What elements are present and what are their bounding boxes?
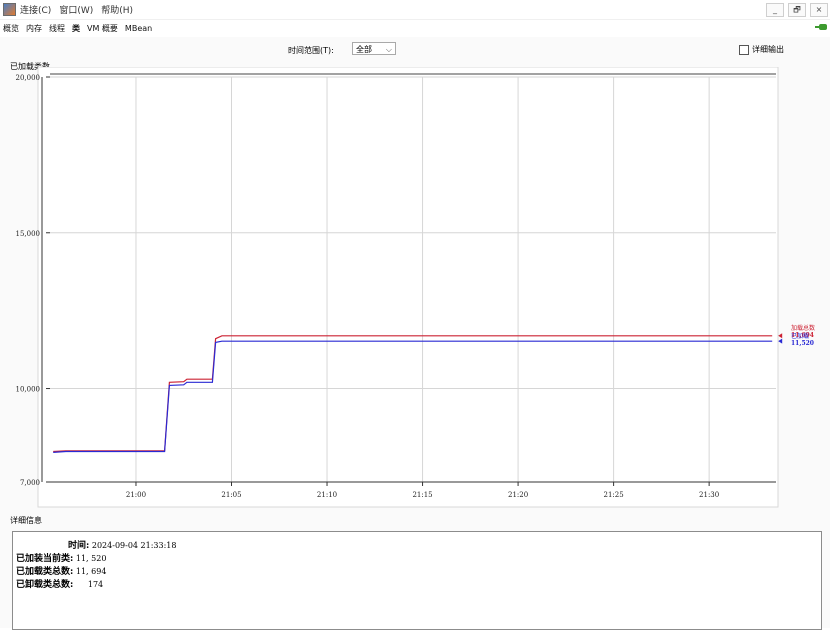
x-tick-label: 21:00	[126, 491, 146, 499]
chart-area	[37, 67, 779, 508]
time-range-select[interactable]: 全部 ⌵	[352, 42, 396, 55]
menu-connect[interactable]: 连接(C)	[20, 3, 51, 16]
details-title: 详细信息	[10, 516, 42, 525]
minimize-icon[interactable]: _	[766, 3, 784, 17]
series-end-arrow-icon	[778, 333, 783, 339]
x-tick-label: 21:05	[221, 491, 241, 499]
x-tick-label: 21:25	[604, 491, 624, 499]
tab-mbeans[interactable]: MBean	[125, 24, 152, 33]
classes-panel: 时间范围(T): 全部 ⌵ 详细输出 已加载类数 20,000 15,000 10,…	[0, 37, 830, 630]
detail-unloaded-row: 已卸载类总数: 174	[16, 577, 103, 590]
time-range-value: 全部	[356, 45, 372, 54]
x-tick-label: 21:15	[412, 491, 432, 499]
menu-help[interactable]: 帮助(H)	[101, 3, 133, 16]
x-tick-label: 21:30	[699, 491, 719, 499]
menu-window[interactable]: 窗口(W)	[59, 3, 93, 16]
tab-classes[interactable]: 类	[72, 23, 80, 34]
time-range-label: 时间范围(T):	[288, 46, 334, 55]
detail-total-value: 11, 694	[75, 567, 107, 576]
detail-time-row: 时间: 2024-09-04 21:33:18	[68, 538, 176, 551]
detail-unloaded-value: 174	[87, 580, 104, 589]
tab-overview[interactable]: 概览	[3, 23, 19, 34]
x-tick-label: 21:20	[508, 491, 528, 499]
series-end-arrow-icon	[778, 338, 783, 344]
tab-threads[interactable]: 线程	[49, 23, 65, 34]
detail-total-label: 已加载类总数:	[16, 567, 74, 577]
chevron-down-icon: ⌵	[385, 45, 392, 54]
menu-bar: 连接(C) 窗口(W) 帮助(H) _ 🗗 ×	[0, 0, 830, 20]
detail-unloaded-label: 已卸载类总数:	[16, 580, 74, 590]
legend-loaded-value: 11,520	[791, 340, 814, 347]
y-tick-label: 15,000	[16, 230, 41, 238]
legend-loaded-name: 已加载	[791, 332, 809, 340]
detail-time-label: 时间:	[68, 541, 90, 551]
detail-output-label: 详细输出	[752, 45, 784, 54]
detail-current-value: 11, 520	[75, 554, 107, 563]
x-tick-label: 21:10	[317, 491, 337, 499]
y-tick-label: 20,000	[16, 74, 41, 82]
y-tick-label: 7,000	[20, 479, 40, 487]
restore-icon[interactable]: 🗗	[788, 3, 806, 17]
app-icon	[3, 3, 16, 16]
details-box: 时间: 2024-09-04 21:33:18 已加装当前类: 11, 520 …	[12, 531, 822, 630]
detail-output-toggle[interactable]: 详细输出	[739, 44, 784, 55]
tab-vm-summary[interactable]: VM 概要	[87, 23, 118, 34]
chart-legend: 加载总数11,694已加载11,520	[778, 324, 815, 347]
detail-current-row: 已加装当前类: 11, 520	[16, 551, 106, 564]
window-controls: _ 🗗 ×	[764, 0, 830, 19]
detail-time-value: 2024-09-04 21:33:18	[91, 541, 177, 550]
close-icon[interactable]: ×	[810, 3, 828, 17]
legend-total-name: 加载总数	[791, 324, 815, 332]
detail-total-row: 已加载类总数: 11, 694	[16, 564, 106, 577]
connection-plug-icon	[815, 24, 827, 30]
time-range-row: 时间范围(T): 全部 ⌵ 详细输出	[0, 42, 830, 58]
detail-current-label: 已加装当前类:	[16, 554, 74, 564]
detail-output-checkbox[interactable]	[739, 44, 749, 55]
loaded-classes-chart: 20,000 15,000 10,000 7,000 21:00 21:05 21:10 21…	[16, 67, 815, 508]
tab-memory[interactable]: 内存	[26, 23, 42, 34]
y-tick-label: 10,000	[16, 386, 41, 394]
tab-bar: 概览 内存 线程 类 VM 概要 MBean	[0, 20, 830, 36]
